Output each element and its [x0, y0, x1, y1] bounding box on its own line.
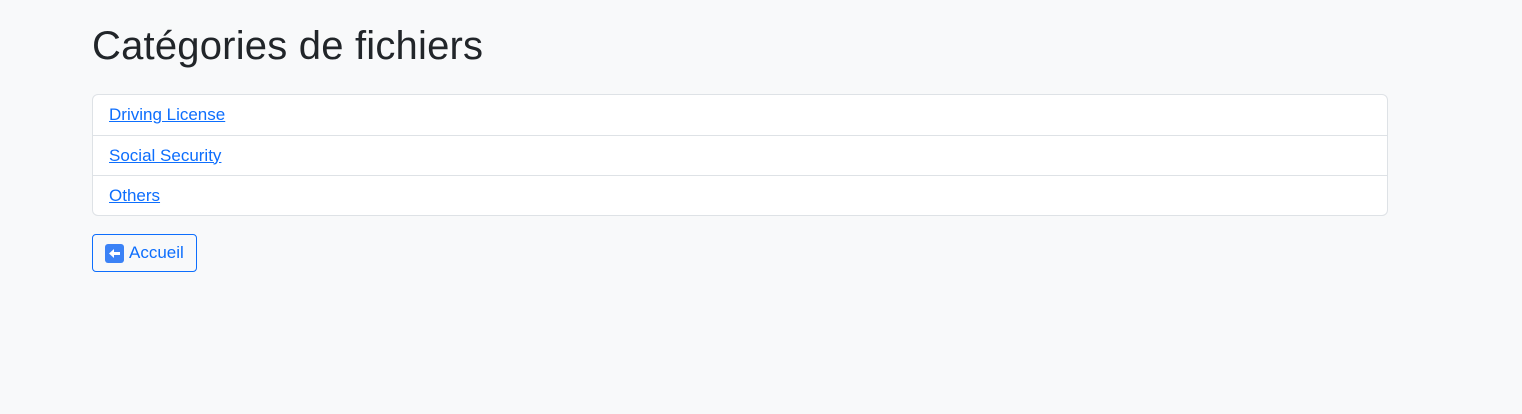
left-arrow-emoji-icon — [105, 243, 124, 263]
page-title: Catégories de fichiers — [92, 24, 484, 68]
home-button[interactable]: Accueil — [92, 234, 197, 272]
list-item: Driving License — [93, 95, 1387, 135]
list-item: Social Security — [93, 135, 1387, 175]
category-list: Driving License Social Security Others — [92, 94, 1388, 216]
category-link-driving-license[interactable]: Driving License — [109, 105, 225, 125]
home-button-label: Accueil — [129, 243, 184, 262]
category-link-others[interactable]: Others — [109, 186, 160, 206]
category-link-social-security[interactable]: Social Security — [109, 146, 221, 166]
list-item: Others — [93, 175, 1387, 215]
